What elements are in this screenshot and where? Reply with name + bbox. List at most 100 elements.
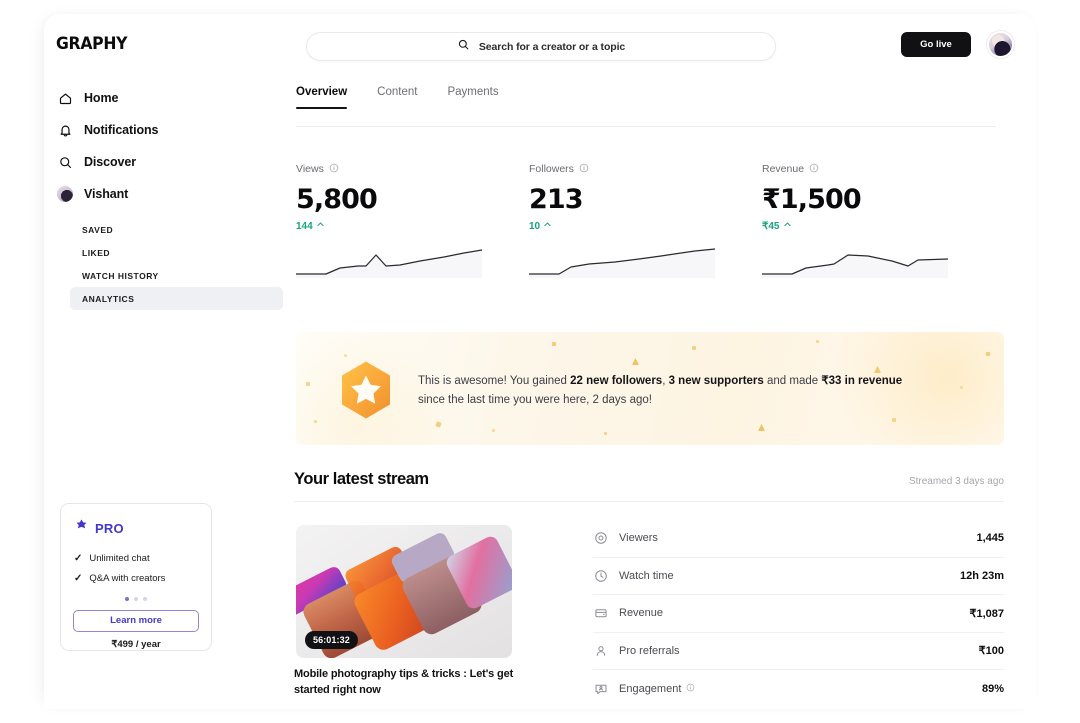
learn-more-button[interactable]: Learn more: [73, 610, 199, 632]
confetti-dot: [986, 352, 990, 356]
sidebar-subitem-label: SAVED: [82, 225, 113, 235]
metric-label: Watch time: [619, 570, 960, 582]
stat-value: ₹1,500: [762, 184, 995, 215]
sidebar-item-home[interactable]: Home: [44, 82, 296, 114]
metric-row-viewers: Viewers 1,445: [593, 520, 1004, 558]
page-title: Your latest stream: [294, 470, 429, 489]
confetti-dot: [492, 429, 495, 432]
person-icon: [593, 643, 608, 658]
sidebar-item-vishant[interactable]: Vishant: [44, 178, 296, 210]
search-placeholder: Search for a creator or a topic: [479, 41, 625, 53]
achievement-banner: This is awesome! You gained 22 new follo…: [296, 332, 1004, 445]
sidebar: GRAPHY Home Notifications: [44, 14, 296, 709]
sidebar-nav: Home Notifications Discover: [44, 82, 296, 310]
carousel-dots[interactable]: [61, 597, 211, 601]
pro-feature: ✓ Unlimited chat: [74, 548, 211, 568]
pro-card-header: PRO: [74, 518, 211, 538]
stats-row: Views 5,800 144 Followers: [296, 160, 1006, 278]
star-hexagon-icon: [338, 360, 394, 420]
stat-label: Followers: [529, 163, 574, 175]
carousel-dot[interactable]: [134, 597, 138, 601]
banner-message: This is awesome! You gained 22 new follo…: [418, 372, 978, 410]
pro-title: PRO: [95, 521, 124, 536]
pro-upsell-card: PRO ✓ Unlimited chat ✓ Q&A with creators…: [60, 503, 212, 651]
confetti-dot: [758, 424, 765, 431]
search-input[interactable]: Search for a creator or a topic: [306, 32, 776, 61]
video-title[interactable]: Mobile photography tips & tricks : Let's…: [294, 667, 520, 699]
avatar-icon: [57, 186, 73, 202]
sidebar-item-discover[interactable]: Discover: [44, 146, 296, 178]
sidebar-item-label: Vishant: [84, 187, 128, 201]
sidebar-item-watch-history[interactable]: WATCH HISTORY: [70, 264, 283, 287]
sparkline-revenue: [762, 244, 948, 278]
info-icon[interactable]: [809, 160, 819, 178]
stat-delta: ₹45: [762, 220, 995, 232]
tab-payments[interactable]: Payments: [447, 86, 498, 109]
stat-header: Revenue: [762, 160, 995, 178]
stat-label: Views: [296, 163, 324, 175]
sidebar-subnav: SAVED LIKED WATCH HISTORY ANALYTICS: [44, 218, 296, 310]
avatar[interactable]: [987, 31, 1014, 58]
sidebar-item-liked[interactable]: LIKED: [70, 241, 283, 264]
carousel-dot[interactable]: [143, 597, 147, 601]
carousel-dot[interactable]: [125, 597, 129, 601]
stream-timestamp: Streamed 3 days ago: [909, 476, 1004, 487]
pro-price: ₹499 / year: [61, 639, 211, 650]
banner-text-part: This is awesome! You gained: [418, 375, 570, 387]
video-thumbnail[interactable]: 56:01:32: [296, 525, 512, 658]
sidebar-subitem-label: LIKED: [82, 248, 110, 258]
screen-root: GRAPHY Home Notifications: [0, 0, 1080, 723]
sparkline-views: [296, 244, 482, 278]
stat-header: Followers: [529, 160, 762, 178]
stream-divider: [294, 501, 1004, 502]
check-icon: ✓: [74, 553, 82, 564]
sidebar-item-analytics[interactable]: ANALYTICS: [70, 287, 283, 310]
stat-card-revenue: Revenue ₹1,500 ₹45: [762, 160, 995, 278]
metric-row-pro-referrals: Pro referrals ₹100: [593, 633, 1004, 671]
clock-icon: [593, 568, 608, 583]
go-live-button[interactable]: Go live: [901, 32, 971, 57]
sidebar-item-label: Notifications: [84, 123, 158, 137]
tab-content[interactable]: Content: [377, 86, 417, 109]
info-icon[interactable]: [686, 683, 695, 695]
app-logo[interactable]: GRAPHY: [56, 34, 127, 54]
bell-icon: [57, 122, 73, 138]
confetti-dot: [552, 342, 556, 346]
confetti-dot: [816, 340, 819, 343]
pro-feature-label: Q&A with creators: [89, 573, 165, 584]
metric-value: ₹1,087: [969, 607, 1004, 620]
sidebar-item-notifications[interactable]: Notifications: [44, 114, 296, 146]
video-duration-badge: 56:01:32: [305, 631, 358, 649]
info-icon[interactable]: [329, 160, 339, 178]
sidebar-item-label: Discover: [84, 155, 136, 169]
tab-overview[interactable]: Overview: [296, 86, 347, 109]
sidebar-item-label: Home: [84, 91, 118, 105]
banner-text-part: and made: [764, 375, 822, 387]
check-icon: ✓: [74, 573, 82, 584]
metric-label: Pro referrals: [619, 645, 979, 657]
banner-highlight-followers: 22 new followers: [570, 375, 662, 387]
stat-delta-value: 10: [529, 221, 540, 232]
stat-value: 5,800: [296, 184, 529, 215]
star-badge-icon: [74, 518, 89, 538]
stat-card-views: Views 5,800 144: [296, 160, 529, 278]
metric-value: ₹100: [979, 644, 1004, 657]
trend-up-icon: [783, 220, 792, 232]
stat-delta: 144: [296, 220, 529, 232]
tabs-divider: [296, 126, 996, 127]
stat-delta-value: ₹45: [762, 221, 780, 232]
confetti-dot: [314, 420, 317, 423]
metric-label-text: Engagement: [619, 683, 681, 695]
metric-row-watch-time: Watch time 12h 23m: [593, 558, 1004, 596]
sidebar-item-saved[interactable]: SAVED: [70, 218, 283, 241]
metric-label: Viewers: [619, 532, 976, 544]
confetti-dot: [604, 432, 607, 435]
stat-label: Revenue: [762, 163, 804, 175]
main-tabs: Overview Content Payments: [296, 86, 968, 109]
info-icon[interactable]: [579, 160, 589, 178]
wallet-icon: [593, 606, 608, 621]
metric-row-engagement: Engagement 89%: [593, 670, 1004, 708]
metric-value: 89%: [982, 683, 1004, 695]
stat-delta-value: 144: [296, 221, 313, 232]
sidebar-subitem-label: ANALYTICS: [82, 294, 134, 304]
